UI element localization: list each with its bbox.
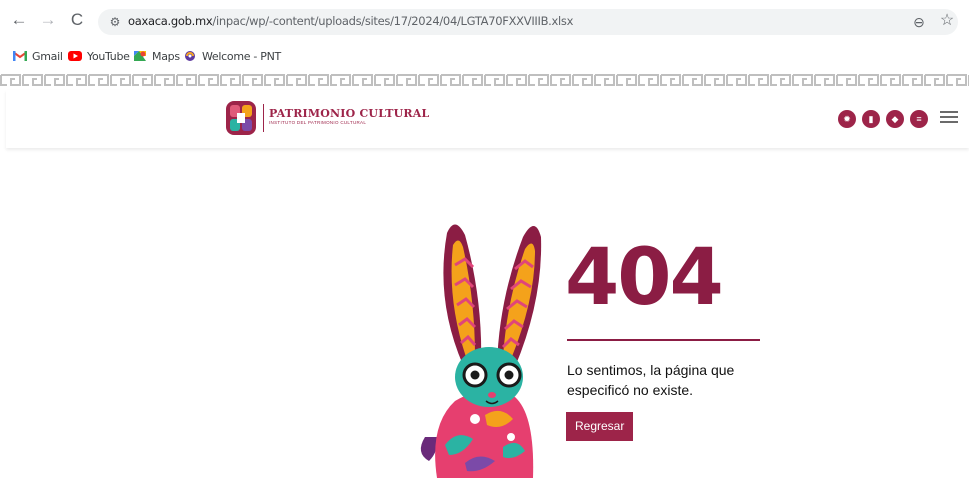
youtube-icon bbox=[68, 51, 82, 61]
reload-icon[interactable]: C bbox=[67, 10, 87, 30]
bookmark-label: Maps bbox=[152, 49, 180, 63]
greca-pattern bbox=[0, 72, 969, 88]
gmail-icon bbox=[13, 51, 27, 61]
bookmark-label: Welcome - PNT bbox=[202, 49, 281, 63]
error-code: 404 bbox=[565, 233, 724, 323]
bookmark-label: Gmail bbox=[32, 49, 63, 63]
menu-icon[interactable] bbox=[940, 108, 958, 126]
bookmarks-bar: Gmail YouTube Maps Welcome - PNT bbox=[0, 43, 969, 69]
bookmark-star-icon[interactable]: ☆ bbox=[938, 12, 956, 30]
logo-subtitle: INSTITUTO DEL PATRIMONIO CULTURAL bbox=[269, 120, 367, 125]
url-path: /inpac/wp/-content/uploads/sites/17/2024… bbox=[212, 14, 574, 28]
bookmark-maps[interactable]: Maps bbox=[133, 48, 180, 64]
bookmark-pnt[interactable]: Welcome - PNT bbox=[183, 48, 281, 64]
shield-icon[interactable]: ◆ bbox=[886, 110, 904, 128]
logo-divider bbox=[263, 104, 264, 132]
site-info-icon[interactable]: ⚙ bbox=[106, 13, 124, 31]
book-icon[interactable]: ▮ bbox=[862, 110, 880, 128]
error-divider bbox=[567, 339, 760, 341]
zoom-icon[interactable]: ⊖ bbox=[910, 13, 928, 31]
browser-toolbar: ← → C ⚙ oaxaca.gob.mx/inpac/wp/-content/… bbox=[0, 0, 969, 42]
forward-arrow-icon[interactable]: → bbox=[38, 10, 58, 30]
alebrije-rabbit-illustration bbox=[420, 224, 542, 478]
bookmark-gmail[interactable]: Gmail bbox=[13, 48, 63, 64]
gear-icon[interactable]: ✹ bbox=[838, 110, 856, 128]
error-message: Lo sentimos, la página que especificó no… bbox=[567, 362, 735, 398]
url-text[interactable]: oaxaca.gob.mx/inpac/wp/-content/uploads/… bbox=[128, 14, 573, 28]
bookmark-label: YouTube bbox=[87, 49, 130, 63]
institute-logo[interactable] bbox=[225, 100, 257, 136]
site-header: PATRIMONIO CULTURAL INSTITUTO DEL PATRIM… bbox=[6, 90, 969, 148]
bookmark-youtube[interactable]: YouTube bbox=[68, 48, 130, 64]
maps-icon bbox=[134, 51, 146, 61]
back-button[interactable]: Regresar bbox=[566, 412, 634, 441]
url-domain: oaxaca.gob.mx bbox=[128, 14, 213, 28]
address-bar[interactable]: ⚙ oaxaca.gob.mx/inpac/wp/-content/upload… bbox=[98, 9, 958, 35]
back-arrow-icon[interactable]: ← bbox=[9, 10, 29, 30]
logo-title: PATRIMONIO CULTURAL bbox=[269, 107, 430, 120]
pnt-icon bbox=[185, 51, 195, 61]
list-icon[interactable]: ≡ bbox=[910, 110, 928, 128]
